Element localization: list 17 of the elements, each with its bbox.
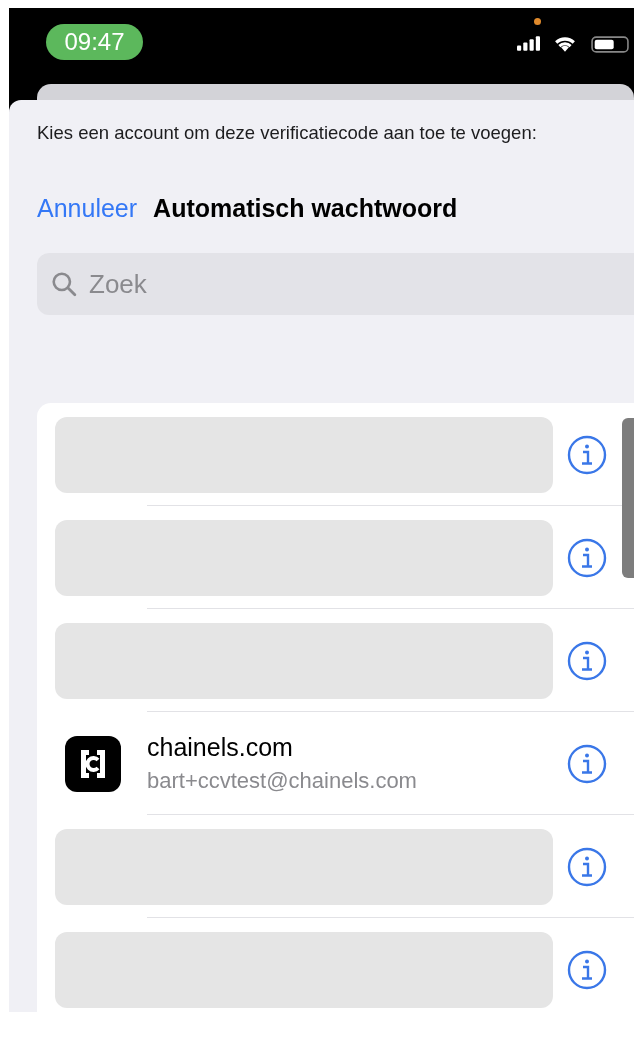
prompt-text: Kies een account om deze verificatiecode aan toe te voegen: xyxy=(37,121,538,144)
info-icon[interactable] xyxy=(567,949,607,990)
info-icon[interactable] xyxy=(567,434,607,475)
account-site: chainels.com xyxy=(147,733,294,762)
wifi-icon xyxy=(554,35,576,52)
info-icon[interactable] xyxy=(567,640,607,681)
signal-icon xyxy=(517,36,540,51)
battery-icon xyxy=(591,36,629,53)
cancel-button[interactable]: Annuleer xyxy=(37,194,138,223)
site-logo-icon xyxy=(65,735,121,792)
info-icon[interactable] xyxy=(567,537,607,578)
info-icon[interactable] xyxy=(567,846,607,887)
info-icon[interactable] xyxy=(567,743,607,784)
status-time: 09:47 xyxy=(46,24,143,60)
sheet-title: Automatisch wachtwoord xyxy=(153,194,458,223)
account-username: bart+ccvtest@chainels.com xyxy=(147,768,418,794)
search-field[interactable]: Zoek xyxy=(37,253,634,315)
